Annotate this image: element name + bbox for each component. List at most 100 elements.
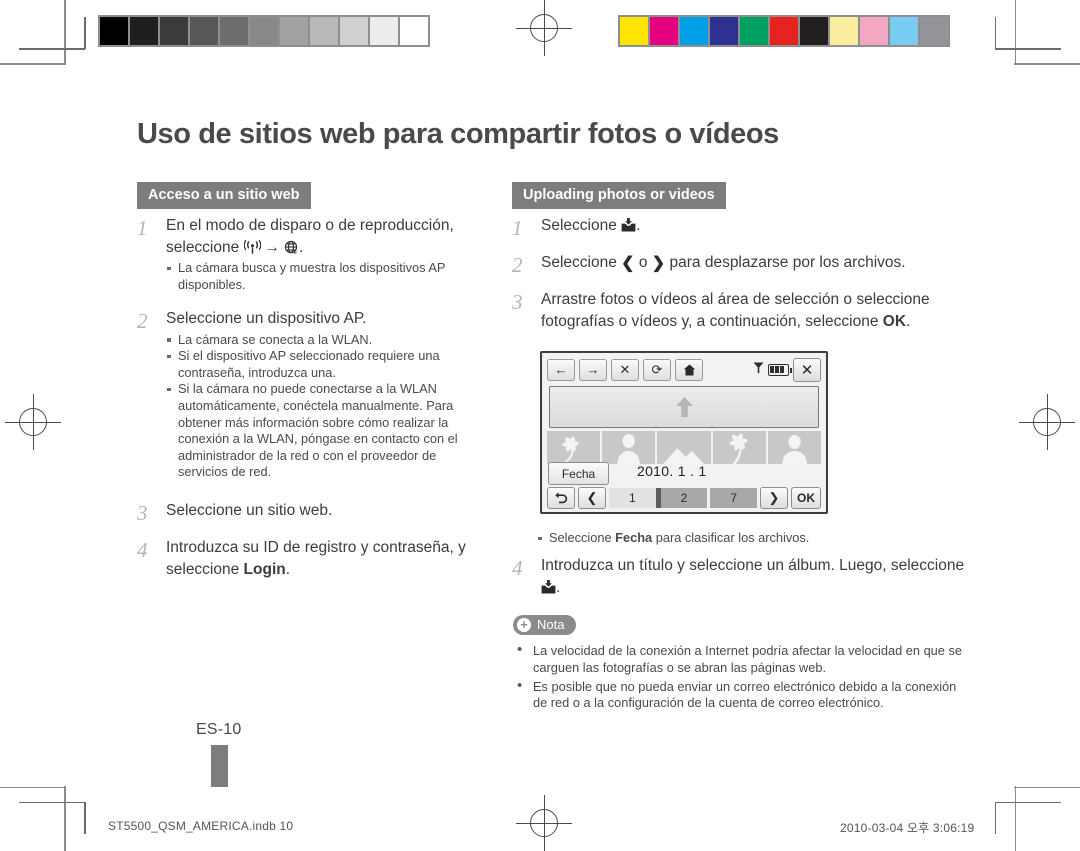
step-number: 4	[512, 556, 523, 580]
left-column: 1 En el modo de disparo o de reproducció…	[137, 215, 487, 583]
step-right-4: 4 Introduzca un título y seleccione un á…	[512, 555, 967, 598]
fecha-keyword: Fecha	[615, 530, 653, 545]
crop-mark-tl-v	[64, 0, 66, 65]
manual-page: Uso de sitios web para compartir fotos o…	[0, 0, 1080, 851]
grayscale-swatch-4	[188, 15, 220, 47]
note-label: Nota	[537, 617, 565, 632]
note-list: La velocidad de la conexión a Internet p…	[513, 642, 968, 713]
grayscale-calibration-bar	[98, 15, 430, 47]
color-swatch-2	[648, 15, 680, 47]
step-sublist: La cámara busca y muestra los dispositiv…	[166, 260, 487, 293]
crop-mark-bl-h2	[19, 801, 85, 803]
color-calibration-bar	[618, 15, 950, 47]
step-text-mid: o	[634, 254, 652, 271]
globe-icon: e	[284, 240, 299, 256]
slider-segment-3[interactable]: 7	[710, 488, 758, 508]
step-number: 1	[137, 216, 148, 240]
section-badge-left: Acceso a un sitio web	[137, 182, 311, 209]
ok-button[interactable]: OK	[791, 487, 821, 509]
close-icon[interactable]: ✕	[793, 357, 821, 382]
step-number: 3	[512, 290, 523, 314]
color-swatch-6	[768, 15, 800, 47]
camera-nav-bar: ❮ 1 2 7 ❯ OK	[547, 487, 821, 509]
step-text: En el modo de disparo o de reproducción,…	[166, 215, 487, 258]
color-swatch-7	[798, 15, 830, 47]
crop-mark-bl-h	[0, 786, 66, 788]
note-item: La velocidad de la conexión a Internet p…	[513, 642, 968, 677]
upload-icon	[541, 579, 556, 593]
battery-icon	[768, 363, 792, 376]
wifi-icon	[243, 239, 261, 255]
crop-mark-tr-v	[1014, 0, 1016, 65]
step-text: Arrastre fotos o vídeos al área de selec…	[541, 289, 967, 332]
svg-text:e: e	[294, 250, 298, 255]
footer-timestamp: 2010-03-04 오후 3:06:19	[840, 821, 975, 835]
crop-mark-bl-v	[64, 786, 66, 851]
step-text-after: .	[285, 560, 291, 578]
camera-screen-illustration: ← → ✕ ⟳ ✕ Fecha 2010. 1 . 1 ❮ 1 2 7 ❯ OK	[540, 351, 828, 514]
grayscale-swatch-2	[128, 15, 160, 47]
step-left-4: 4 Introduzca su ID de registro y contras…	[137, 537, 487, 580]
back-arrow-button[interactable]: ←	[547, 358, 575, 381]
upload-icon	[621, 217, 636, 232]
step-number: 3	[137, 501, 148, 526]
step-right-3: 3 Arrastre fotos o vídeos al área de sel…	[512, 289, 967, 332]
home-button[interactable]	[675, 358, 703, 381]
registration-mark-bottom	[516, 795, 572, 851]
forward-arrow-button[interactable]: →	[579, 358, 607, 381]
section-badge-right: Uploading photos or videos	[512, 182, 726, 209]
color-swatch-9	[858, 15, 890, 47]
crop-mark-tl-v2	[84, 17, 86, 49]
page-marker-bar	[211, 745, 228, 787]
sub-bullet: Seleccione Fecha para clasificar los arc…	[537, 530, 967, 547]
grayscale-swatch-10	[368, 15, 400, 47]
crop-mark-bl-v2	[84, 802, 86, 834]
refresh-button[interactable]: ⟳	[643, 358, 671, 381]
camera-toolbar: ← → ✕ ⟳ ✕	[542, 353, 826, 386]
prev-button[interactable]: ❮	[578, 487, 606, 509]
chevron-left-icon: ❮	[621, 255, 635, 272]
step-text-before: Seleccione	[541, 217, 622, 234]
step-sublist: La cámara se conecta a la WLAN. Si el di…	[166, 332, 487, 481]
step-text: Introduzca su ID de registro y contraseñ…	[166, 537, 487, 580]
plus-icon: +	[517, 617, 531, 632]
registration-mark-right	[1019, 394, 1075, 450]
camera-sub-note: Seleccione Fecha para clasificar los arc…	[537, 528, 967, 547]
page-number: ES-10	[196, 721, 242, 738]
note-item: Es posible que no pueda enviar un correo…	[513, 678, 968, 713]
color-swatch-10	[888, 15, 920, 47]
step-text: Introduzca un título y seleccione un álb…	[541, 555, 967, 598]
stop-button[interactable]: ✕	[611, 358, 639, 381]
undo-button[interactable]	[547, 487, 575, 509]
sub-bullet: La cámara se conecta a la WLAN.	[166, 332, 487, 349]
crop-mark-tr-v2	[994, 17, 996, 49]
crop-mark-br-v	[1014, 786, 1016, 851]
step-right-2: 2 Seleccione ❮ o ❯ para desplazarse por …	[512, 252, 967, 278]
step-text-before: Arrastre fotos o vídeos al área de selec…	[541, 291, 930, 330]
page-slider[interactable]: 1 2 7	[609, 488, 758, 508]
grayscale-swatch-9	[338, 15, 370, 47]
grayscale-swatch-6	[248, 15, 280, 47]
color-swatch-8	[828, 15, 860, 47]
slider-segment-1[interactable]: 1	[609, 488, 656, 508]
step-text-after: .	[636, 217, 641, 234]
color-swatch-4	[708, 15, 740, 47]
crop-mark-tl-h2	[19, 48, 85, 50]
step-text-after: .	[299, 238, 304, 256]
upload-drop-area[interactable]	[549, 386, 819, 428]
crop-mark-tr-h	[1014, 63, 1080, 65]
sub-bullet: La cámara busca y muestra los dispositiv…	[166, 260, 487, 293]
date-value: 2010. 1 . 1	[637, 463, 707, 479]
step-text-before: Introduzca un título y seleccione un álb…	[541, 557, 965, 574]
fecha-button[interactable]: Fecha	[548, 462, 609, 485]
page-title: Uso de sitios web para compartir fotos o…	[137, 118, 779, 150]
slider-segment-2[interactable]: 2	[660, 488, 708, 508]
step-text: Seleccione ❮ o ❯ para desplazarse por lo…	[541, 252, 967, 275]
step-text: Seleccione un sitio web.	[166, 502, 333, 520]
step-number: 2	[137, 309, 148, 334]
note-badge: + Nota	[513, 615, 577, 635]
step-right-4-wrap: 4 Introduzca un título y seleccione un á…	[512, 555, 967, 601]
next-button[interactable]: ❯	[760, 487, 788, 509]
step-right-1: 1 Seleccione .	[512, 215, 967, 241]
step-text: Seleccione .	[541, 215, 967, 237]
